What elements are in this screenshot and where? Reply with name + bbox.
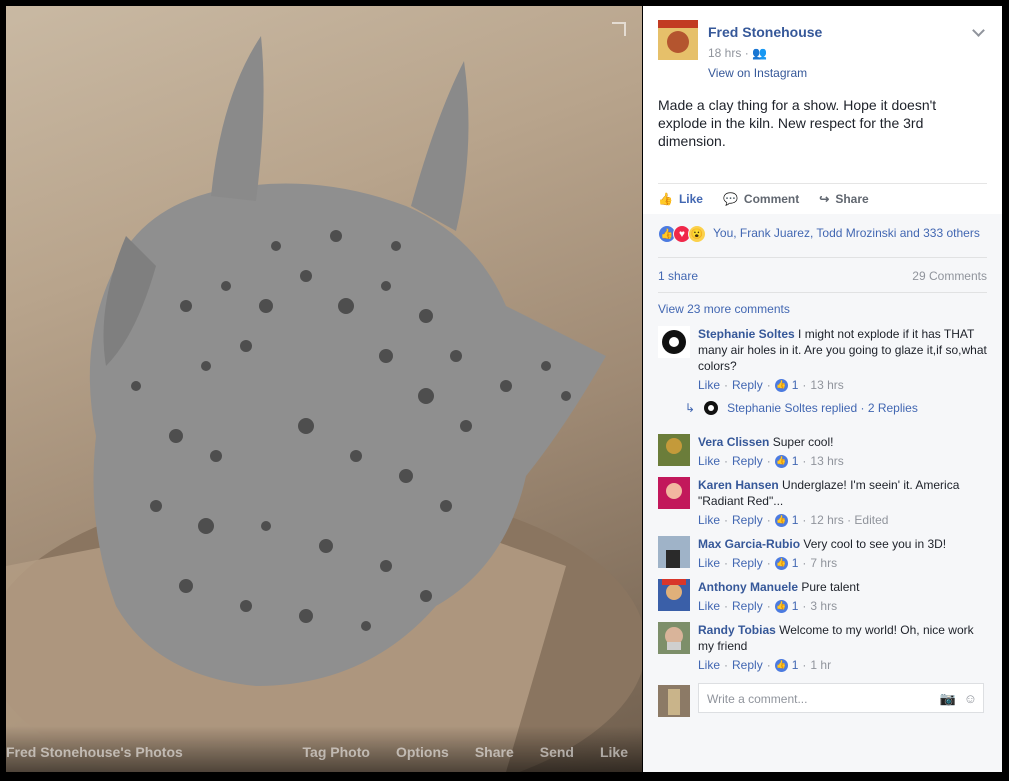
post-text: Made a clay thing for a show. Hope it do… [658,97,937,149]
write-comment-row: Write a comment... 📷 ☺ [658,683,987,719]
comment-time[interactable]: 13 hrs [810,377,843,393]
like-count-icon: 👍 [774,513,788,527]
like-button[interactable]: 👍 Like [658,192,703,206]
share-count[interactable]: 1 share [658,269,698,283]
commenter-avatar[interactable] [658,622,690,654]
like-count-icon: 👍 [774,378,788,392]
comment-text: Very cool to see you in 3D! [803,537,947,551]
like-photo-button[interactable]: Like [600,744,628,760]
photo-toolbar: Fred Stonehouse's Photos Tag Photo Optio… [6,726,642,772]
post-meta: 18 hrs · 👥 [708,46,767,60]
comment-like-link[interactable]: Like [698,555,720,571]
commenter-avatar[interactable] [658,536,690,568]
commenter-avatar[interactable] [658,434,690,466]
post-time[interactable]: 18 hrs [708,46,741,60]
comment-time[interactable]: 1 hr [810,657,831,673]
comment-like-link[interactable]: Like [698,598,720,614]
view-more-comments-link[interactable]: View 23 more comments [658,302,790,316]
commenter-name[interactable]: Randy Tobias [698,623,776,637]
comment-reply-link[interactable]: Reply [732,512,763,528]
comment: Anthony Manuele Pure talent Like · Reply ·… [658,579,987,615]
comment-reply-link[interactable]: Reply [732,453,763,469]
comment-like-count[interactable]: 1 [792,512,799,528]
options-button[interactable]: Options [396,744,449,760]
thumbs-up-icon: 👍 [658,192,673,206]
view-on-instagram-link[interactable]: View on Instagram [708,66,807,80]
commenter-name[interactable]: Anthony Manuele [698,580,798,594]
post-panel: Fred Stonehouse 18 hrs · 👥 View on Insta… [643,6,1002,772]
camera-icon[interactable]: 📷 [940,691,956,707]
comment-like-count[interactable]: 1 [792,657,799,673]
author-avatar[interactable] [658,20,698,60]
comment-like-link[interactable]: Like [698,377,720,393]
comment-reply-link[interactable]: Reply [732,377,763,393]
comment-reply-link[interactable]: Reply [732,598,763,614]
commenter-name[interactable]: Max Garcia-Rubio [698,537,800,551]
share-button[interactable]: ↪ Share [819,192,868,206]
comment-time[interactable]: 13 hrs [810,453,843,469]
comment-like-count[interactable]: 1 [792,453,799,469]
wow-reaction-icon: 😮 [688,225,706,243]
current-user-avatar [658,685,690,717]
shares-row: 1 share 29 Comments [658,260,987,293]
reactions-row[interactable]: 👍 ♥ 😮 You, Frank Juarez, Todd Mrozinski … [658,225,987,258]
comment-time[interactable]: 3 hrs [810,598,837,614]
post-actions: 👍 Like 💬 Comment ↪ Share [658,183,987,214]
like-count-icon: 👍 [774,454,788,468]
comment-like-count[interactable]: 1 [792,555,799,571]
tag-photo-button[interactable]: Tag Photo [303,744,370,760]
comment-like-count[interactable]: 1 [792,377,799,393]
author-name[interactable]: Fred Stonehouse [708,24,822,40]
chevron-down-icon[interactable] [972,24,985,37]
replies-text[interactable]: Stephanie Soltes replied · 2 Replies [727,401,918,415]
comment: Vera Clissen Super cool! Like · Reply · 👍 … [658,434,987,470]
comment-reply-link[interactable]: Reply [732,555,763,571]
share-arrow-icon: ↪ [819,192,830,206]
comment-count[interactable]: 29 Comments [912,269,987,283]
like-count-icon: 👍 [774,658,788,672]
send-button[interactable]: Send [540,744,574,760]
commenter-avatar[interactable] [658,579,690,611]
comments-section: 👍 ♥ 😮 You, Frank Juarez, Todd Mrozinski … [643,214,1002,772]
comment-text: Pure talent [801,580,860,594]
comment-time[interactable]: 12 hrs · Edited [810,512,888,528]
clay-sculpture-image [6,36,642,772]
album-title[interactable]: Fred Stonehouse's Photos [6,744,183,760]
replier-avatar [704,401,719,415]
share-photo-button[interactable]: Share [475,744,514,760]
comment-like-link[interactable]: Like [698,453,720,469]
commenter-name[interactable]: Karen Hansen [698,478,779,492]
friends-audience-icon[interactable]: 👥 [752,46,767,60]
comment-button[interactable]: 💬 Comment [723,192,799,206]
comment-icon: 💬 [722,192,738,206]
comment-like-count[interactable]: 1 [792,598,799,614]
comment: Randy Tobias Welcome to my world! Oh, ni… [658,622,987,674]
commenter-avatar[interactable] [658,477,690,509]
reply-arrow-icon: ↳ [685,401,696,415]
commenter-name[interactable]: Stephanie Soltes [698,327,795,341]
like-count-icon: 👍 [774,599,788,613]
comment-like-link[interactable]: Like [698,512,720,528]
emoji-icon[interactable]: ☺ [964,691,977,707]
replies-link[interactable]: ↳ Stephanie Soltes replied · 2 Replies [685,400,918,416]
post-header: Fred Stonehouse 18 hrs · 👥 View on Insta… [658,20,987,90]
comment: Max Garcia-Rubio Very cool to see you in… [658,536,987,572]
comment-text: Super cool! [772,435,834,449]
commenter-avatar[interactable] [658,326,690,358]
comment: Karen Hansen Underglaze! I'm seein' it. … [658,477,987,529]
comment-time[interactable]: 7 hrs [810,555,837,571]
commenter-name[interactable]: Vera Clissen [698,435,769,449]
photo-viewer[interactable]: Fred Stonehouse's Photos Tag Photo Optio… [6,6,642,772]
reactions-summary[interactable]: You, Frank Juarez, Todd Mrozinski and 33… [713,225,980,241]
comment-like-link[interactable]: Like [698,657,720,673]
like-count-icon: 👍 [774,556,788,570]
comment-reply-link[interactable]: Reply [732,657,763,673]
expand-icon[interactable] [612,22,626,36]
